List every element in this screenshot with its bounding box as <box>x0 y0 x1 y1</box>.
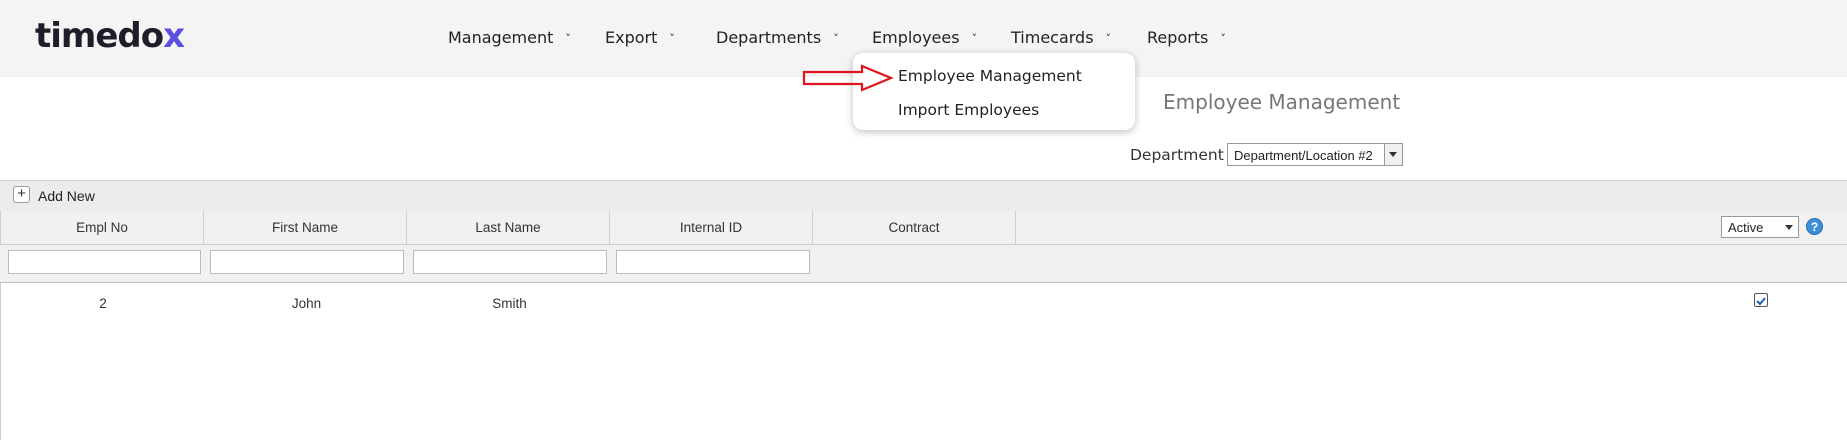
filter-internal-id-input[interactable] <box>616 250 810 274</box>
status-filter-select[interactable]: Active <box>1721 216 1799 238</box>
grid-toolbar: + Add New <box>0 180 1847 212</box>
menu-item-employee-management[interactable]: Employee Management <box>898 67 1082 85</box>
nav-label: Reports <box>1147 28 1209 47</box>
chevron-down-icon: ˅ <box>1105 32 1112 45</box>
column-header-empl-no[interactable]: Empl No <box>0 211 204 244</box>
filter-first-name-input[interactable] <box>210 250 404 274</box>
caret-down-icon <box>1389 152 1397 157</box>
menu-item-import-employees[interactable]: Import Employees <box>898 101 1039 119</box>
column-header-contract[interactable]: Contract <box>813 211 1016 244</box>
department-select-button[interactable] <box>1384 144 1402 165</box>
grid-body: 2 John Smith <box>0 283 1847 440</box>
filter-last-name-input[interactable] <box>413 250 607 274</box>
nav-management[interactable]: Management ˅ <box>448 28 571 47</box>
active-checkbox[interactable] <box>1754 293 1768 307</box>
status-filter-value: Active <box>1728 220 1764 235</box>
help-icon[interactable]: ? <box>1806 218 1823 235</box>
nav-export[interactable]: Export ˅ <box>605 28 675 47</box>
nav-employees[interactable]: Employees ˅ <box>872 28 977 47</box>
chevron-down-icon: ˅ <box>1220 32 1226 45</box>
chevron-down-icon: ˅ <box>833 32 839 45</box>
add-new-button[interactable]: Add New <box>38 188 95 204</box>
nav-label: Employees <box>872 28 960 47</box>
nav-label: Export <box>605 28 658 47</box>
chevron-down-icon: ˅ <box>669 32 675 45</box>
red-arrow-annotation-icon <box>802 64 894 92</box>
logo-text: timedo <box>35 16 164 56</box>
department-select[interactable]: Department/Location #2 <box>1227 143 1403 166</box>
nav-label: Departments <box>716 28 822 47</box>
logo-accent: x <box>163 16 185 56</box>
chevron-down-icon: ˅ <box>971 32 978 45</box>
column-header-last-name[interactable]: Last Name <box>407 211 610 244</box>
nav-departments[interactable]: Departments ˅ <box>716 28 839 47</box>
grid-header: Empl No First Name Last Name Internal ID… <box>0 211 1847 245</box>
page-title: Employee Management <box>1163 90 1401 114</box>
chevron-down-icon: ˅ <box>565 32 571 45</box>
department-label: Department <box>1130 146 1224 164</box>
checkmark-icon <box>1756 297 1766 306</box>
nav-reports[interactable]: Reports ˅ <box>1147 28 1226 47</box>
department-select-value: Department/Location #2 <box>1234 148 1373 163</box>
caret-down-icon <box>1785 225 1793 230</box>
nav-label: Timecards <box>1011 28 1094 47</box>
nav-label: Management <box>448 28 554 47</box>
cell-last-name: Smith <box>492 296 527 311</box>
column-header-first-name[interactable]: First Name <box>204 211 407 244</box>
filter-empl-no-input[interactable] <box>8 250 201 274</box>
plus-icon[interactable]: + <box>13 186 30 203</box>
nav-timecards[interactable]: Timecards ˅ <box>1011 28 1111 47</box>
cell-first-name: John <box>291 296 322 311</box>
cell-empl-no: 2 <box>99 296 107 311</box>
timedox-logo[interactable]: timedox <box>35 16 185 56</box>
column-header-internal-id[interactable]: Internal ID <box>610 211 813 244</box>
employees-dropdown-menu: Employee Management Import Employees <box>853 53 1135 130</box>
grid-filter-row <box>0 245 1847 283</box>
